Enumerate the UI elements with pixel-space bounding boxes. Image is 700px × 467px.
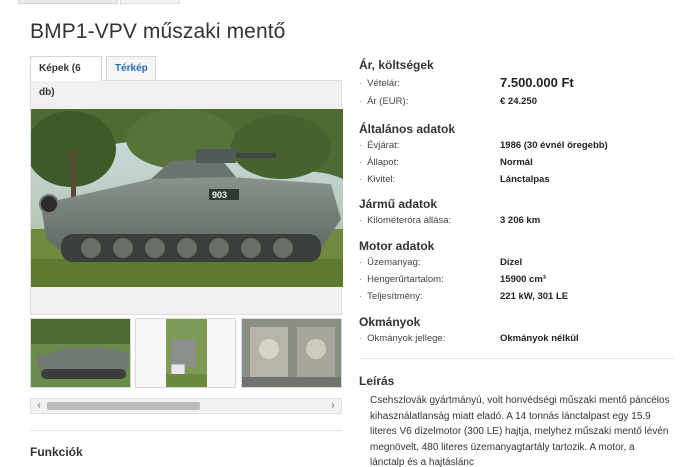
detail-row: Vételár: 7.500.000 Ft: [359, 75, 674, 94]
detail-label: Évjárat:: [359, 140, 399, 151]
detail-value: 1986 (30 évnél öregebb): [500, 140, 608, 151]
detail-row: Üzemanyag: Dízel: [359, 257, 674, 273]
detail-row: Okmányok jellege: Okmányok nélkül: [359, 333, 674, 349]
detail-row: Ár (EUR): € 24.250: [359, 96, 674, 112]
detail-row: Évjárat: 1986 (30 évnél öregebb): [359, 140, 674, 156]
detail-row: Teljesítmény: 221 kW, 301 LE: [359, 291, 674, 307]
detail-label: Ár (EUR):: [359, 96, 408, 107]
top-strip: [0, 0, 700, 6]
engine-heading: Motor adatok: [359, 239, 435, 253]
scroll-left-icon[interactable]: ‹: [32, 399, 46, 413]
thumbnail-strip: [30, 318, 342, 390]
vehicle-photo: 903: [31, 109, 343, 287]
top-tab-stub: [120, 0, 180, 4]
tab-map[interactable]: Térkép: [106, 56, 156, 81]
detail-label: Hengerűrtartalom:: [359, 274, 444, 285]
description-heading: Leírás: [359, 374, 395, 388]
detail-value: 15900 cm³: [500, 274, 546, 285]
detail-value: 3 206 km: [500, 215, 541, 226]
vehicle-heading: Jármű adatok: [359, 197, 438, 211]
detail-label: Vételár:: [359, 78, 400, 89]
scroll-right-icon[interactable]: ›: [326, 399, 340, 413]
detail-label: Üzemanyag:: [359, 257, 420, 268]
page-title: BMP1-VPV műszaki mentő: [30, 20, 286, 43]
thumbnail-scrollbar[interactable]: ‹ ›: [30, 398, 342, 414]
detail-label: Kilométeróra állása:: [359, 215, 451, 226]
detail-value: € 24.250: [500, 96, 537, 107]
detail-value: Dízel: [500, 257, 523, 268]
features-heading: Funkciók: [30, 445, 83, 459]
detail-row: Hengerűrtartalom: 15900 cm³: [359, 274, 674, 290]
thumbnail-image: [136, 319, 235, 387]
documents-heading: Okmányok: [359, 315, 421, 329]
detail-value: Lánctalpas: [500, 174, 550, 185]
thumbnail-image: [242, 319, 341, 387]
divider: [30, 430, 342, 431]
detail-row: Kivitel: Lánctalpas: [359, 174, 674, 190]
detail-label: Állapot:: [359, 157, 399, 168]
detail-value: Okmányok nélkül: [500, 333, 579, 344]
detail-label: Okmányok jellege:: [359, 333, 445, 344]
price-value: 7.500.000 Ft: [500, 75, 574, 90]
thumbnail[interactable]: [30, 318, 131, 388]
detail-label: Teljesítmény:: [359, 291, 422, 302]
costs-heading: Ár, költségek: [359, 58, 434, 72]
thumbnail[interactable]: [241, 318, 342, 388]
top-tab-stub: [18, 0, 118, 4]
detail-value: Normál: [500, 157, 533, 168]
main-photo[interactable]: 903: [31, 109, 343, 287]
description-text: Csehszlovák gyártmányú, volt honvédségi …: [370, 395, 670, 467]
detail-row: Állapot: Normál: [359, 157, 674, 173]
photo-gallery: 903: [30, 80, 343, 315]
detail-label: Kivitel:: [359, 174, 395, 185]
general-heading: Általános adatok: [359, 122, 456, 136]
detail-value: 221 kW, 301 LE: [500, 291, 569, 302]
divider: [359, 358, 674, 359]
scrollbar-thumb[interactable]: [47, 402, 200, 410]
detail-row: Kilométeróra állása: 3 206 km: [359, 215, 674, 231]
tab-photos[interactable]: Képek (6 db): [30, 56, 102, 98]
thumbnail[interactable]: [135, 318, 236, 388]
hull-number: 903: [212, 190, 227, 200]
thumbnail-image: [31, 319, 130, 387]
